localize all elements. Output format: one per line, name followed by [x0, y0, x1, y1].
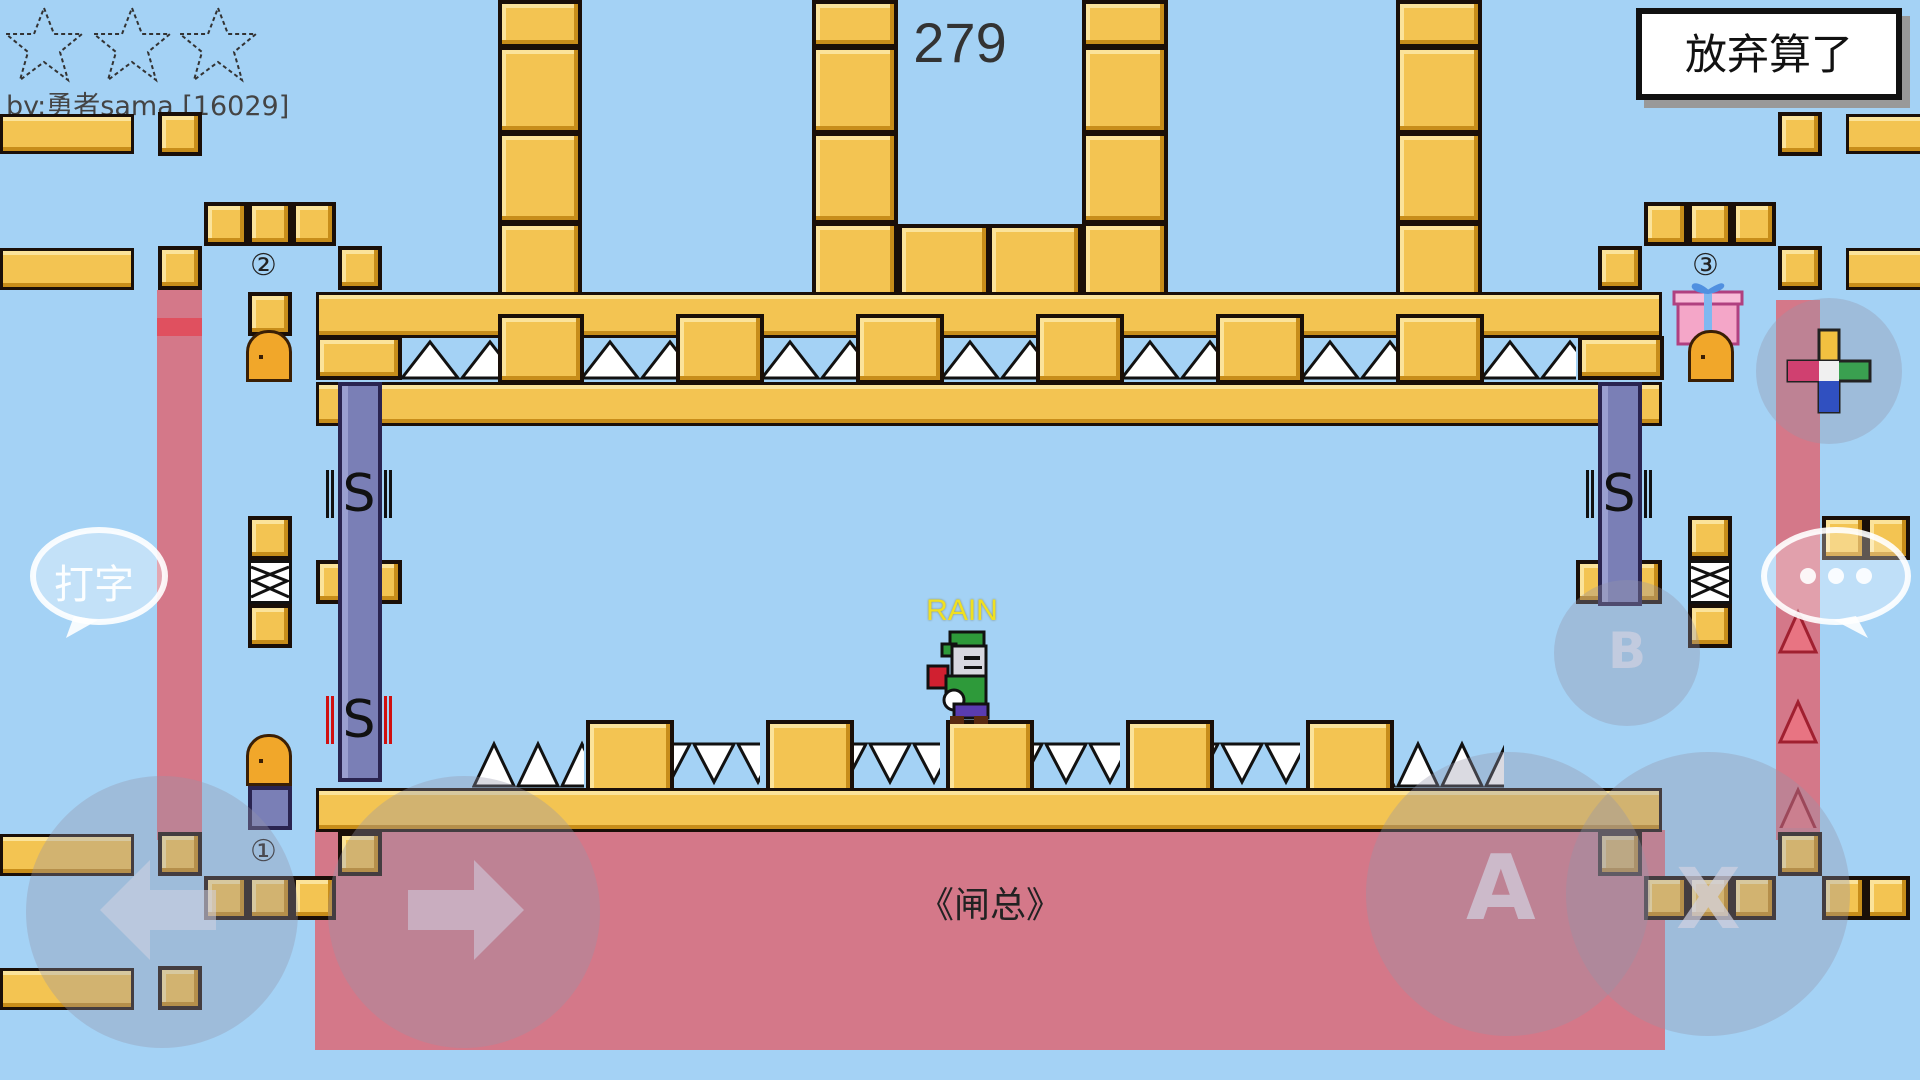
- block: [1578, 336, 1664, 380]
- switch-gate: S: [326, 690, 392, 750]
- block: [1688, 516, 1732, 560]
- a-label: A: [1466, 836, 1536, 941]
- star-icon: [4, 5, 85, 83]
- ceiling-beam: [316, 382, 1662, 426]
- ledge: [0, 114, 134, 154]
- block: [1082, 0, 1168, 48]
- block: [248, 604, 292, 648]
- timer: 279: [913, 11, 1007, 74]
- block: [1082, 132, 1168, 224]
- block: [158, 246, 202, 290]
- arrow-left-icon: [100, 860, 216, 960]
- block: [1732, 202, 1776, 246]
- block: [1396, 46, 1482, 134]
- ledge: [0, 248, 134, 290]
- block: [498, 0, 582, 48]
- door-2: [246, 330, 292, 382]
- block: [292, 202, 336, 246]
- block: [1396, 132, 1482, 224]
- x-label: X: [1676, 850, 1741, 948]
- block: [1644, 202, 1688, 246]
- block: [498, 46, 582, 134]
- star-icon: [91, 5, 173, 83]
- block: [316, 336, 402, 380]
- block: [1778, 246, 1822, 290]
- player-character: [926, 630, 990, 724]
- star-icon: [177, 5, 259, 83]
- block: [248, 516, 292, 560]
- side-spike-block: [248, 560, 292, 604]
- door-3: [1688, 330, 1734, 382]
- block: [812, 46, 898, 134]
- door-number-2: ②: [250, 248, 277, 283]
- arrow-right-icon: [408, 860, 524, 960]
- zone-label: 《闸总》: [917, 885, 1062, 926]
- block: [812, 132, 898, 224]
- dpad-cross-icon: [1786, 328, 1872, 414]
- switch-gate: S: [326, 464, 392, 524]
- block: [338, 246, 382, 290]
- spike-row-ceiling: [400, 338, 1576, 380]
- speech-bubble-icon[interactable]: [1756, 520, 1916, 640]
- switch-gate: S: [1586, 464, 1652, 524]
- block: [1778, 112, 1822, 156]
- danger-zone-marker: [157, 318, 202, 336]
- door-1: [246, 734, 292, 786]
- side-spike-block: [1688, 560, 1732, 604]
- type-label: 打字: [54, 562, 134, 608]
- player-name: RAIN: [926, 594, 998, 627]
- star-rating: [4, 5, 259, 83]
- b-label: B: [1608, 622, 1647, 680]
- give-up-button[interactable]: 放弃算了: [1636, 8, 1902, 100]
- block: [158, 112, 202, 156]
- block: [812, 0, 898, 48]
- block: [1688, 202, 1732, 246]
- ledge: [1846, 248, 1920, 290]
- block: [1396, 0, 1482, 48]
- block: [498, 132, 582, 224]
- block: [1866, 876, 1910, 920]
- block: [204, 202, 248, 246]
- block: [1598, 246, 1642, 290]
- ledge: [1846, 114, 1920, 154]
- block: [1082, 46, 1168, 134]
- block: [248, 202, 292, 246]
